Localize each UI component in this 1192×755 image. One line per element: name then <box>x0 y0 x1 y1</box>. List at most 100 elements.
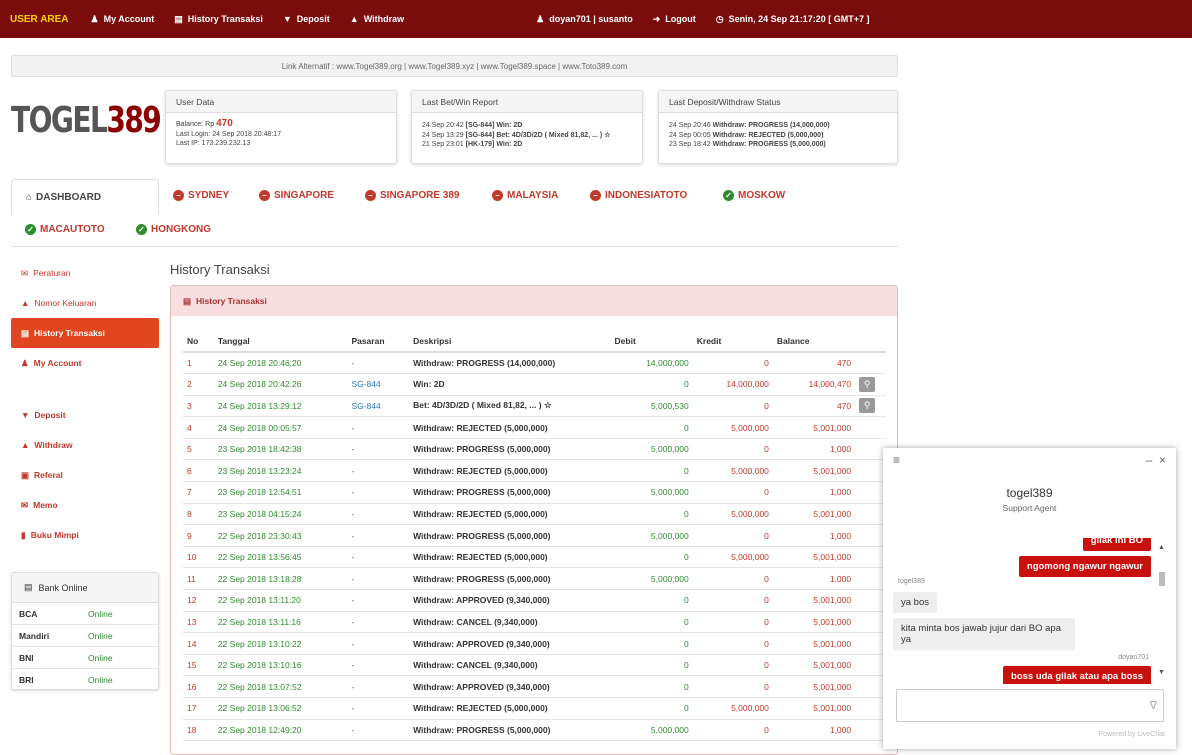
tab-sydney[interactable]: – SYDNEY <box>173 190 229 201</box>
bank-icon: ▤ <box>24 582 33 592</box>
bank-name: Mandiri <box>19 630 50 641</box>
row-kredit: 14,000,000 <box>692 373 773 396</box>
row-no: 14 <box>183 632 214 655</box>
row-pasaran: - <box>347 416 410 439</box>
scroll-up-icon[interactable]: ▲ <box>1158 544 1165 551</box>
sidebar-item-nomor-keluaran[interactable]: ▲ Nomor Keluaran <box>11 288 159 318</box>
table-row: 6 23 Sep 2018 13:23:24- Withdraw: REJECTED… <box>183 459 886 483</box>
site-logo[interactable]: TOGEL389 <box>11 100 162 141</box>
menu-icon[interactable]: ≡ <box>893 453 900 467</box>
bank-name: BCA <box>19 608 38 619</box>
row-debit: 5,000,000 <box>610 719 693 742</box>
minimize-icon[interactable]: – <box>1146 453 1153 467</box>
list-icon: ▤ <box>21 327 30 338</box>
row-pasaran: - <box>347 546 410 569</box>
user-icon: ♟ <box>536 13 545 24</box>
sidebar-item-history-transaksi[interactable]: ▤ History Transaksi <box>11 318 159 348</box>
tab-macautoto[interactable]: ✓ MACAUTOTO <box>25 224 105 235</box>
row-balance: 1,000 <box>772 567 856 591</box>
close-icon[interactable]: × <box>1159 453 1166 467</box>
row-pasaran[interactable]: SG-844 <box>347 373 410 396</box>
col-kredit: Kredit <box>692 330 773 353</box>
row-pasaran[interactable]: SG-844 <box>347 395 410 418</box>
bet-text: [SG-844] Win: 2D <box>465 122 523 129</box>
row-kredit: 5,000,000 <box>692 503 773 526</box>
tab-label: SYDNEY <box>188 190 230 201</box>
nav-deposit[interactable]: ▼ Deposit <box>283 14 330 24</box>
sidebar-label: Referal <box>34 470 63 480</box>
tab-malaysia[interactable]: – MALAYSIA <box>492 190 558 201</box>
table-row: 2 24 Sep 2018 20:42:26 SG-844 Win: 2D 0 14,00… <box>183 373 886 396</box>
row-kredit: 0 <box>692 632 773 655</box>
chat-message-user: gilak ini BO <box>1082 538 1151 551</box>
chat-message-input[interactable]: ∇ <box>896 689 1164 722</box>
row-kredit: 0 <box>692 611 773 634</box>
tab-moskow[interactable]: ✓ MOSKOW <box>723 190 785 201</box>
nav-my-account[interactable]: ♟ My Account <box>91 14 155 25</box>
sidebar-item-deposit[interactable]: ▼ Deposit <box>11 400 159 430</box>
scroll-thumb[interactable] <box>1159 572 1165 586</box>
col-balance: Balance <box>772 330 856 353</box>
powered-by-livechat[interactable]: Powered by LiveChat <box>1098 731 1165 738</box>
row-pasaran: - <box>347 567 410 591</box>
sidebar-item-buku-mimpi[interactable]: ▮ Buku Mimpi <box>11 520 159 550</box>
nav-user[interactable]: ♟ doyan701 | susanto <box>536 14 633 25</box>
user-area-brand[interactable]: USER AREA <box>10 14 69 25</box>
chat-header: ≡ – × <box>883 448 1176 472</box>
nav-label: History Transaksi <box>187 14 263 24</box>
table-row: 18 22 Sep 2018 12:49:20- Withdraw: PROGRES… <box>183 719 886 742</box>
tab-hongkong[interactable]: ✓ HONGKONG <box>136 224 211 235</box>
bank-online-panel: ▤ Bank Online BCA Online Mandiri Online BNI… <box>11 572 159 691</box>
row-tanggal: 22 Sep 2018 23:30:43 <box>213 524 348 547</box>
row-tanggal: 22 Sep 2018 13:06:52 <box>213 697 348 720</box>
chat-message-user: ngomong ngawur ngawur <box>1018 556 1151 577</box>
closed-icon: – <box>173 190 184 201</box>
alternative-links[interactable]: Link Alternatif : www.Togel389.org | www… <box>11 55 898 77</box>
chat-scrollbar[interactable]: ▲ ▼ <box>1157 544 1167 676</box>
sidebar-item-peraturan[interactable]: ✉ Peraturan <box>11 258 159 288</box>
bank-status: Online <box>88 652 113 663</box>
sidebar-label: Buku Mimpi <box>30 530 79 540</box>
nav-withdraw[interactable]: ▲ Withdraw <box>350 14 404 24</box>
row-kredit: 5,000,000 <box>692 697 773 720</box>
sidebar-label: Withdraw <box>34 440 73 450</box>
row-balance: 1,000 <box>772 719 856 742</box>
chat-sender: togel389 <box>898 578 925 585</box>
row-tanggal: 23 Sep 2018 04:15:24 <box>213 503 348 526</box>
nav-history-transaksi[interactable]: ▤ History Transaksi <box>174 14 263 25</box>
sidebar-item-withdraw[interactable]: ▲ Withdraw <box>11 430 159 460</box>
bank-name: BNI <box>19 652 34 663</box>
attachment-icon[interactable]: ∇ <box>1150 699 1157 712</box>
sidebar-item-my-account[interactable]: ♟ My Account <box>11 348 159 378</box>
nav-logout[interactable]: ➜ Logout <box>653 14 696 25</box>
row-no: 1 <box>183 352 214 375</box>
row-tanggal: 24 Sep 2018 13:29:12 <box>213 395 348 418</box>
agent-name: togel389 <box>1006 486 1053 500</box>
row-balance: 5,001,000 <box>772 503 856 526</box>
row-balance: 1,000 <box>772 481 856 504</box>
row-pasaran: - <box>347 352 410 375</box>
bank-row: BNI Online <box>12 647 158 669</box>
tab-singapore-389[interactable]: – SINGAPORE 389 <box>365 190 459 201</box>
search-detail-icon[interactable]: ⚲ <box>859 398 876 414</box>
search-detail-icon[interactable]: ⚲ <box>859 376 876 392</box>
sidebar-item-memo[interactable]: ✉ Memo <box>11 490 159 520</box>
row-no: 12 <box>183 589 214 612</box>
envelope-icon: ✉ <box>21 499 29 510</box>
scroll-down-icon[interactable]: ▼ <box>1158 669 1165 676</box>
row-tanggal: 24 Sep 2018 00:05:57 <box>213 416 348 439</box>
deposit-text: Withdraw: PROGRESS (5,000,000) <box>712 141 826 148</box>
nav-label: My Account <box>103 14 155 24</box>
table-row: 10 22 Sep 2018 13:56:45- Withdraw: REJECTE… <box>183 546 886 569</box>
row-balance: 1,000 <box>772 438 856 461</box>
nav-datetime: ◷ Senin, 24 Sep 21:17:20 [ GMT+7 ] <box>716 14 870 25</box>
bet-row: 24 Sep 20:42 [SG-844] Win: 2D <box>422 121 632 131</box>
deposit-icon: ▼ <box>282 14 292 24</box>
row-action <box>855 524 886 547</box>
tab-singapore[interactable]: – SINGAPORE <box>259 190 334 201</box>
table-row: 9 22 Sep 2018 23:30:43- Withdraw: PROGRESS… <box>183 524 886 547</box>
sidebar-item-referal[interactable]: ▣ Referal <box>11 460 159 490</box>
row-kredit: 0 <box>692 481 773 504</box>
tab-dashboard[interactable]: ⌂ DASHBOARD <box>11 179 159 215</box>
tab-indonesiatoto[interactable]: – INDONESIATOTO <box>590 190 687 201</box>
